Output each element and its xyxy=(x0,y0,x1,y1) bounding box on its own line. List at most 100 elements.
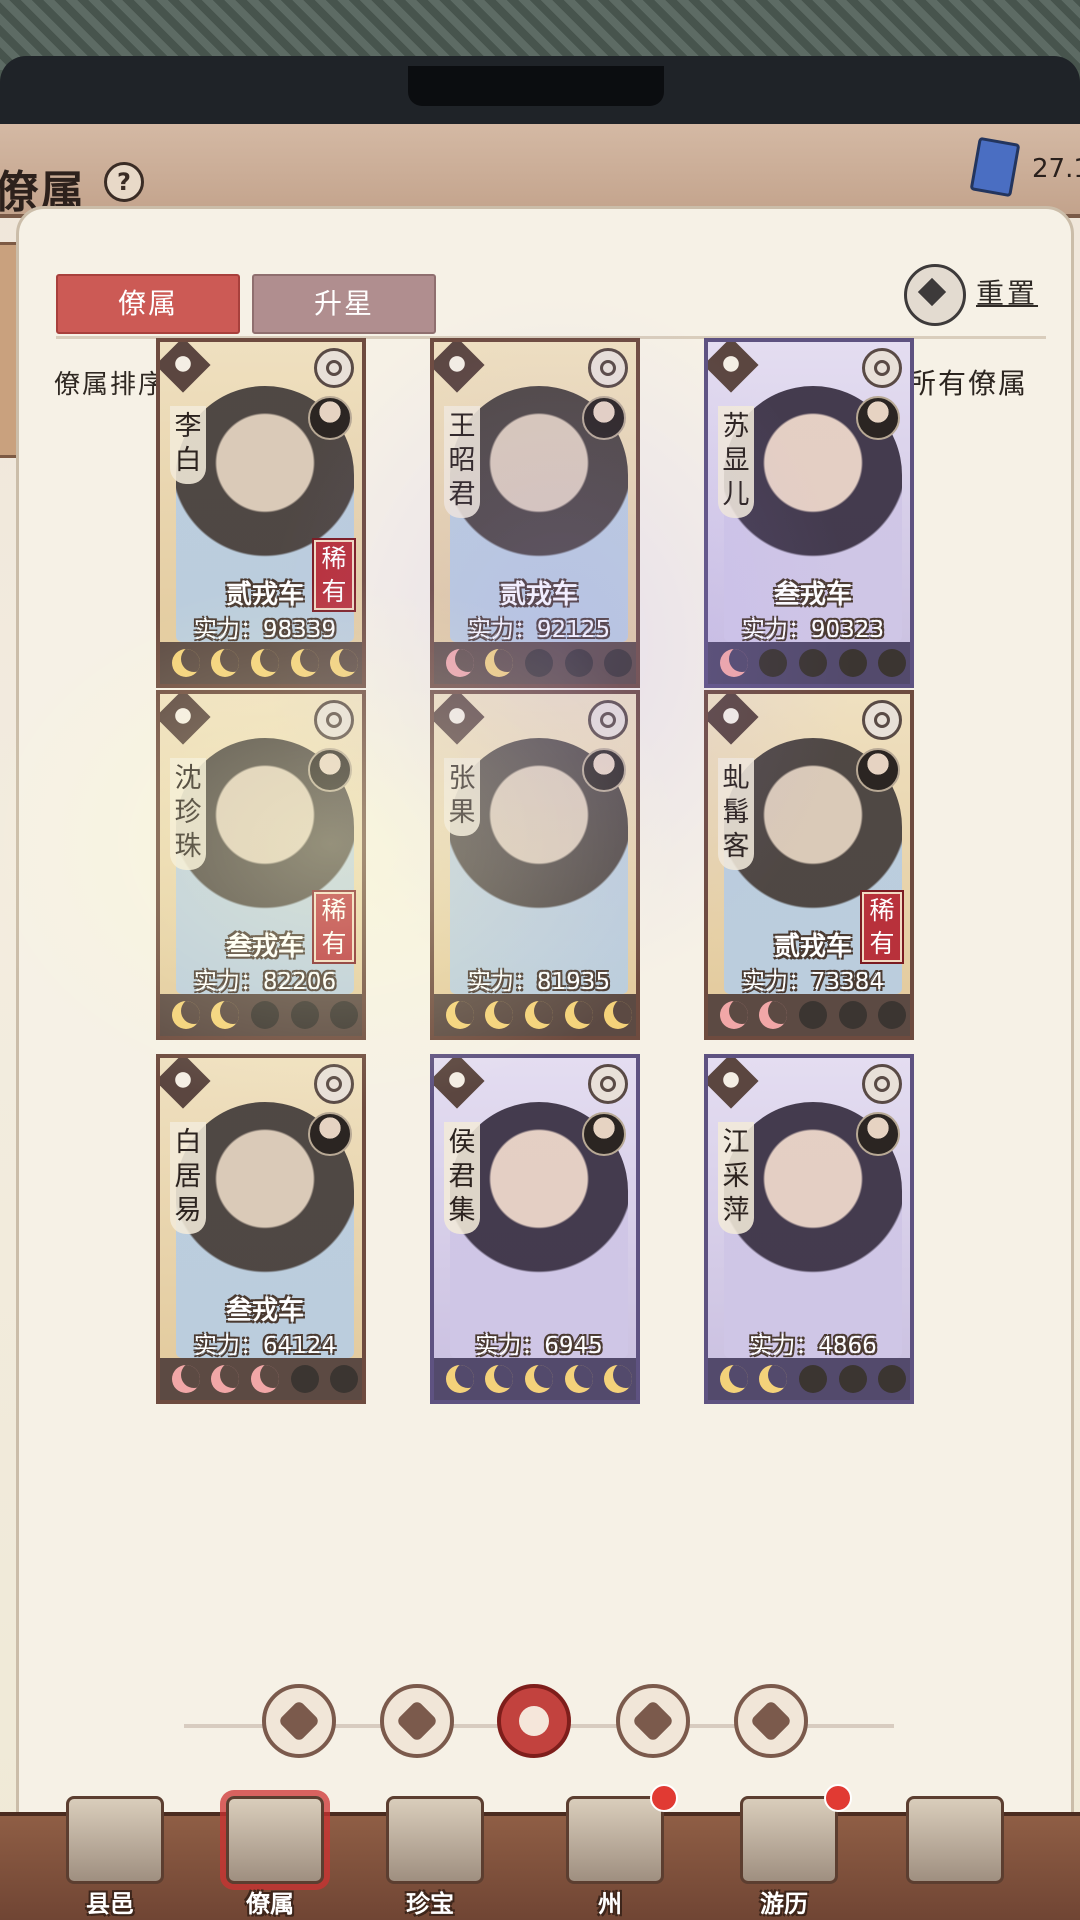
moon-icon xyxy=(564,1365,593,1393)
mini-avatar xyxy=(856,748,900,792)
diamond-filter-icon[interactable] xyxy=(262,1684,336,1758)
nav-item[interactable]: 县邑 xyxy=(40,1796,180,1920)
title-bar: 僚属 ? 27.1 xyxy=(0,124,1080,218)
gourd-icon xyxy=(160,1058,211,1109)
mini-avatar xyxy=(582,1112,626,1156)
retainer-name: 白居易 xyxy=(170,1122,206,1234)
star-rating-bar xyxy=(708,994,910,1036)
role-icon xyxy=(862,700,902,740)
nav-label: 州 xyxy=(598,1890,622,1918)
retainer-card[interactable]: 沈珍珠稀有叁戎车 实力：82206 xyxy=(156,690,366,1040)
empty-moon-icon xyxy=(838,649,867,677)
nav-item[interactable]: 游历 xyxy=(714,1784,854,1920)
moon-icon xyxy=(250,1365,279,1393)
retainer-name: 张果 xyxy=(444,758,480,836)
empty-moon-icon xyxy=(564,649,593,677)
retainer-card[interactable]: 侯君集实力：6945 xyxy=(430,1054,640,1404)
help-icon[interactable]: ? xyxy=(104,162,144,202)
moon-icon xyxy=(445,1365,474,1393)
empty-moon-icon xyxy=(290,1365,319,1393)
role-icon xyxy=(314,348,354,388)
retainer-card[interactable]: 江采萍实力：4866 xyxy=(704,1054,914,1404)
gourd-icon xyxy=(708,694,759,745)
gourd-icon xyxy=(160,694,211,745)
retainer-power: 实力：73384 xyxy=(741,969,885,995)
nav-label: 游历 xyxy=(760,1890,808,1918)
moon-icon xyxy=(445,649,474,677)
role-icon xyxy=(314,700,354,740)
retainer-power: 实力：6945 xyxy=(475,1333,603,1359)
star-rating-bar xyxy=(160,1358,362,1400)
retainer-name: 虬髯客 xyxy=(718,758,754,870)
gourd-icon xyxy=(160,342,211,393)
retainer-card[interactable]: 王昭君贰戎车 实力：92125 xyxy=(430,338,640,688)
empty-moon-icon xyxy=(878,1365,907,1393)
role-icon xyxy=(862,348,902,388)
role-icon xyxy=(588,700,628,740)
mini-avatar xyxy=(582,748,626,792)
empty-moon-icon xyxy=(524,649,553,677)
empty-moon-icon xyxy=(330,1001,359,1029)
role-icon xyxy=(588,1064,628,1104)
moon-icon xyxy=(485,649,514,677)
empty-moon-icon xyxy=(604,649,633,677)
moon-icon xyxy=(211,1365,240,1393)
moon-icon xyxy=(171,1001,200,1029)
retainer-name: 沈珍珠 xyxy=(170,758,206,870)
reset-icon[interactable] xyxy=(904,264,966,326)
retainer-name: 江采萍 xyxy=(718,1122,754,1234)
moon-icon xyxy=(211,1001,240,1029)
scroll-icon xyxy=(906,1796,1004,1884)
moon-icon xyxy=(604,1365,633,1393)
role-icon xyxy=(862,1064,902,1104)
retainer-card[interactable]: 白居易叁戎车 实力：64124 xyxy=(156,1054,366,1404)
retainer-card[interactable]: 张果实力：81935 xyxy=(430,690,640,1040)
empty-moon-icon xyxy=(838,1001,867,1029)
nav-label: 县邑 xyxy=(86,1890,134,1918)
empty-moon-icon xyxy=(330,1365,359,1393)
helmet-filter-icon[interactable] xyxy=(380,1684,454,1758)
moon-icon xyxy=(524,1001,553,1029)
tab-star-up[interactable]: 升星 xyxy=(252,274,436,334)
empty-moon-icon xyxy=(759,649,788,677)
moon-icon xyxy=(759,1365,788,1393)
camera-notch xyxy=(408,66,664,106)
retainer-power: 实力：90323 xyxy=(741,617,885,643)
mini-avatar xyxy=(308,1112,352,1156)
nav-item[interactable]: 珍宝 xyxy=(360,1796,500,1920)
star-rating-bar xyxy=(160,642,362,684)
retainer-card[interactable]: 苏显儿叁戎车 实力：90323 xyxy=(704,338,914,688)
travel-icon xyxy=(740,1796,838,1884)
nav-item[interactable] xyxy=(880,1796,1020,1920)
moon-icon xyxy=(290,649,319,677)
notification-dot xyxy=(824,1784,852,1812)
gourd-filter-icon[interactable] xyxy=(497,1684,571,1758)
retainer-card[interactable]: 李白稀有贰戎车 实力：98339 xyxy=(156,338,366,688)
tab-retainers[interactable]: 僚属 xyxy=(56,274,240,334)
nav-item[interactable]: 州 xyxy=(540,1784,680,1920)
empty-moon-icon xyxy=(878,1001,907,1029)
moon-icon xyxy=(719,649,748,677)
retainer-power: 实力：4866 xyxy=(749,1333,877,1359)
role-icon xyxy=(588,348,628,388)
retainer-power: 实力：98339 xyxy=(193,617,337,643)
mini-avatar xyxy=(582,396,626,440)
nav-label: 珍宝 xyxy=(406,1890,454,1918)
lion-filter-icon[interactable] xyxy=(734,1684,808,1758)
fan-filter-icon[interactable] xyxy=(616,1684,690,1758)
star-rating-bar xyxy=(160,994,362,1036)
moon-icon xyxy=(330,649,359,677)
moon-icon xyxy=(524,1365,553,1393)
treasure-icon xyxy=(386,1796,484,1884)
retainer-card[interactable]: 虬髯客稀有贰戎车 实力：73384 xyxy=(704,690,914,1040)
reset-button[interactable]: 重置 xyxy=(976,272,1038,312)
mountain-icon xyxy=(566,1796,664,1884)
moon-icon xyxy=(171,1365,200,1393)
retainer-power: 实力：81935 xyxy=(467,969,611,995)
retainer-grade: 贰戎车 xyxy=(225,580,304,610)
gourd-icon xyxy=(434,342,485,393)
moon-icon xyxy=(485,1365,514,1393)
nav-item[interactable]: 僚属 xyxy=(200,1796,340,1920)
mini-avatar xyxy=(308,748,352,792)
moon-icon xyxy=(250,649,279,677)
